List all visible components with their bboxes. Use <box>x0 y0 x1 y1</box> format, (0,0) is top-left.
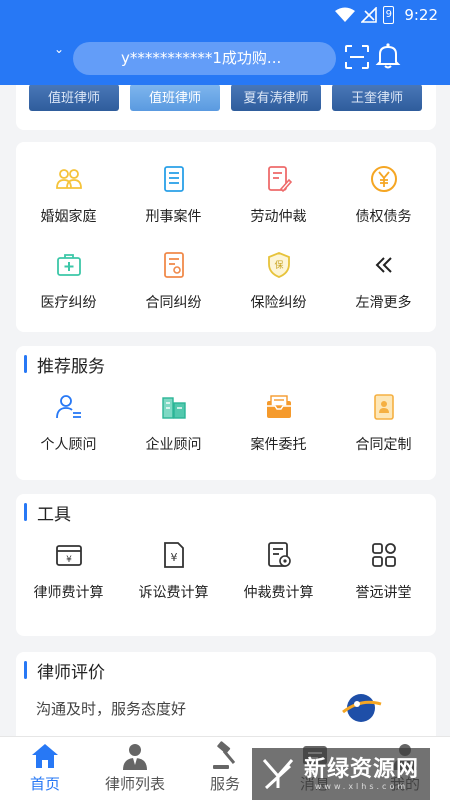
watermark-text: 新绿资源网 <box>304 756 420 782</box>
watermark-sub: www.xlhs.com <box>314 781 409 791</box>
tool-label: 誉远讲堂 <box>355 585 412 601</box>
yen-icon <box>370 166 397 192</box>
litigation-fee-icon: ¥ <box>163 542 184 568</box>
enterprise-icon <box>161 397 186 419</box>
status-time: 9:22 <box>404 6 438 24</box>
recommend-panel: 推荐服务 个人顾问 企业顾问 案件委托 合同定制 <box>16 346 436 480</box>
service-contract-custom[interactable]: 合同定制 <box>331 392 436 454</box>
tab-label: 律师列表 <box>104 775 165 793</box>
tab-home[interactable]: 首页 <box>0 741 90 794</box>
category-debt[interactable]: 债权债务 <box>331 164 436 226</box>
wifi-icon <box>335 7 356 22</box>
tab-lawyer-list[interactable]: 律师列表 <box>90 741 180 794</box>
case-category-panel: 婚姻家庭 刑事案件 劳动仲裁 债权债务 医疗纠纷 合同纠纷 保 保险纠纷 左滑更… <box>16 142 436 332</box>
section-marker <box>24 355 27 373</box>
category-marriage-family[interactable]: 婚姻家庭 <box>16 164 121 226</box>
section-title: 工具 <box>37 504 71 525</box>
category-label: 劳动仲裁 <box>250 209 307 225</box>
svg-text:保: 保 <box>274 259 283 271</box>
case-entrust-icon <box>266 395 291 418</box>
category-medical[interactable]: 医疗纠纷 <box>16 250 121 312</box>
tool-label: 仲裁费计算 <box>243 585 314 601</box>
svg-text:¥: ¥ <box>66 555 72 565</box>
chevron-down-icon[interactable]: ⌄ <box>54 42 64 56</box>
bell-icon[interactable] <box>375 42 401 70</box>
lawyer-card[interactable]: 夏有涛律师 <box>231 84 321 111</box>
lawyer-card[interactable]: 值班律师 <box>29 84 119 111</box>
category-label: 婚姻家庭 <box>40 209 97 225</box>
category-label: 保险纠纷 <box>250 295 307 311</box>
category-label: 刑事案件 <box>145 209 202 225</box>
category-insurance[interactable]: 保 保险纠纷 <box>226 250 331 312</box>
lawyer-card[interactable]: 值班律师 <box>130 84 220 111</box>
family-icon <box>55 169 82 189</box>
gavel-icon <box>213 741 236 769</box>
section-marker <box>24 503 27 521</box>
category-labor-arbitration[interactable]: 劳动仲裁 <box>226 164 331 226</box>
no-signal-icon <box>361 7 378 23</box>
fee-calculator-icon: ¥ <box>55 545 82 566</box>
battery-level: 9 <box>385 9 392 20</box>
law-firm-logo <box>342 694 382 722</box>
tool-label: 诉讼费计算 <box>138 585 209 601</box>
lawyer-card[interactable]: 王奎律师 <box>332 84 422 111</box>
service-label: 案件委托 <box>250 437 307 453</box>
service-enterprise-advisor[interactable]: 企业顾问 <box>121 392 226 454</box>
arbitration-fee-icon <box>267 542 291 567</box>
section-title: 推荐服务 <box>37 356 105 377</box>
swipe-more[interactable]: 左滑更多 <box>331 250 436 312</box>
tool-lecture-hall[interactable]: 誉远讲堂 <box>331 540 436 602</box>
service-label: 企业顾问 <box>145 437 202 453</box>
tools-panel: 工具 ¥ 律师费计算 ¥ 诉讼费计算 仲裁费计算 誉远讲堂 <box>16 494 436 636</box>
service-label: 合同定制 <box>355 437 412 453</box>
tool-lawyer-fee[interactable]: ¥ 律师费计算 <box>16 540 121 602</box>
lawyer-icon <box>123 744 147 770</box>
section-marker <box>24 661 27 679</box>
tool-label: 律师费计算 <box>33 585 104 601</box>
document-icon <box>163 166 184 192</box>
medical-kit-icon <box>56 254 81 276</box>
watermark-logo-icon <box>262 759 294 790</box>
tool-litigation-fee[interactable]: ¥ 诉讼费计算 <box>121 540 226 602</box>
scan-icon[interactable] <box>344 44 370 70</box>
review-text: 沟通及时，服务态度好 <box>36 700 187 718</box>
contract-icon <box>163 252 184 278</box>
status-bar: 9 9:22 <box>0 0 450 30</box>
battery-icon: 9 <box>383 6 395 24</box>
contract-custom-icon <box>373 394 394 420</box>
category-label: 债权债务 <box>355 209 412 225</box>
service-label: 个人顾问 <box>40 437 97 453</box>
tab-label: 首页 <box>29 775 60 793</box>
category-label: 左滑更多 <box>355 295 412 311</box>
watermark: 新绿资源网 www.xlhs.com <box>252 748 430 800</box>
edit-doc-icon <box>267 166 292 193</box>
section-title: 律师评价 <box>37 662 105 683</box>
service-personal-advisor[interactable]: 个人顾问 <box>16 392 121 454</box>
svg-text:¥: ¥ <box>170 551 177 564</box>
double-chevron-left-icon <box>375 257 392 273</box>
home-icon <box>32 744 58 768</box>
category-label: 医疗纠纷 <box>40 295 97 311</box>
app-header: 9 9:22 ⌄ y***********1成功购... <box>0 0 450 85</box>
service-case-entrust[interactable]: 案件委托 <box>226 392 331 454</box>
category-criminal[interactable]: 刑事案件 <box>121 164 226 226</box>
insurance-shield-icon: 保 <box>267 252 290 278</box>
notice-ticker[interactable]: y***********1成功购... <box>73 42 336 75</box>
apps-grid-icon <box>371 543 396 567</box>
category-label: 合同纠纷 <box>145 295 202 311</box>
personal-advisor-icon <box>55 395 81 419</box>
tool-arbitration-fee[interactable]: 仲裁费计算 <box>226 540 331 602</box>
category-contract[interactable]: 合同纠纷 <box>121 250 226 312</box>
